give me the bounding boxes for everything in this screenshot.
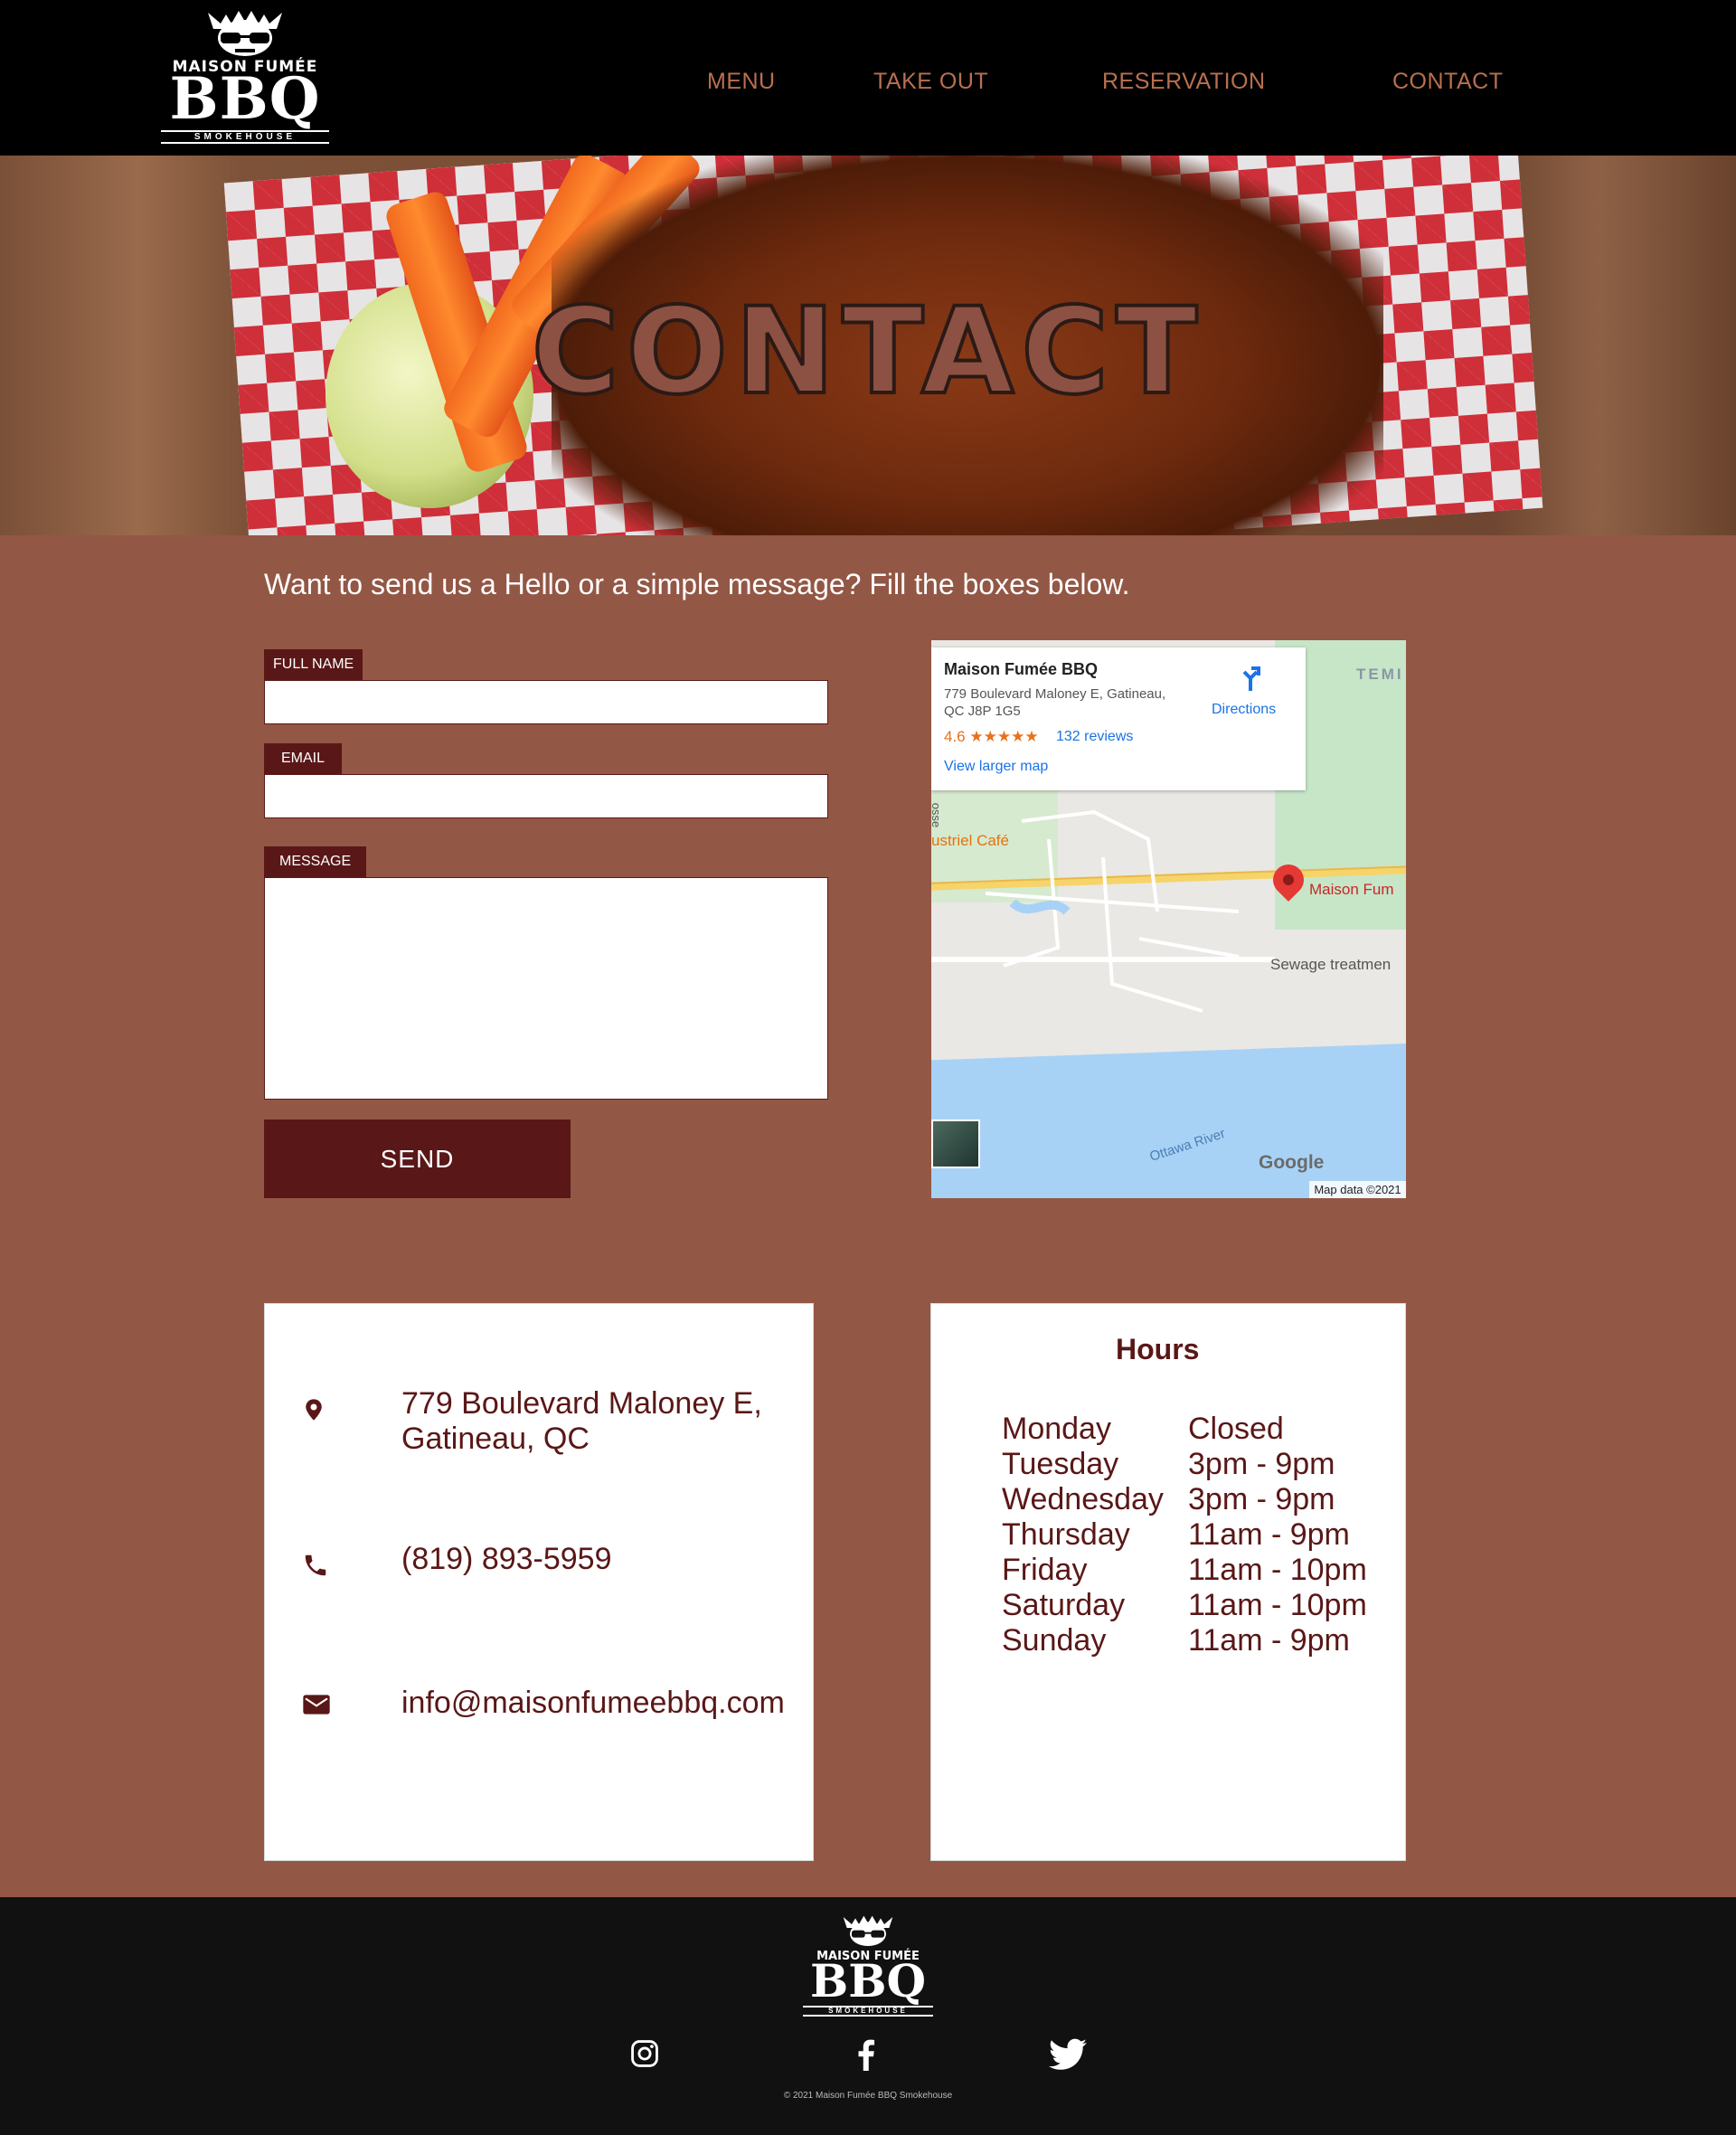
skull-sunglasses-logo-icon [843,1915,893,1946]
hours-day: Saturday [1002,1588,1126,1622]
map-place-rating: 4.6 ★★★★★ [944,728,1039,745]
facebook-icon[interactable] [854,2038,877,2071]
message-textarea[interactable] [264,877,828,1100]
hours-day: Sunday [1002,1623,1107,1658]
hero-banner: CONTACT [0,156,1736,535]
directions-icon[interactable] [1237,666,1264,693]
copyright-text: © 2021 Maison Fumée BBQ Smokehouse [783,2091,953,2101]
hours-time: Closed [1188,1412,1284,1446]
map-reviews-link[interactable]: 132 reviews [1056,729,1133,745]
map-label-sewage: Sewage treatmen [1270,956,1392,973]
hours-time: 11am - 10pm [1188,1588,1367,1622]
site-logo[interactable]: MAISON FUMÉE BBQ SMOKEHOUSE [159,11,331,146]
directions-link[interactable]: Directions [1212,702,1276,718]
email-input[interactable] [264,774,828,818]
map-place-card: Maison Fumée BBQ 779 Boulevard Maloney E… [931,647,1306,790]
embedded-google-map[interactable]: Maison Fum Sewage treatmen ustriel Café … [931,640,1406,1198]
full-name-input[interactable] [264,680,828,724]
map-label-cafe: ustriel Café [931,832,1009,849]
message-label: MESSAGE [264,846,367,877]
instagram-icon[interactable] [629,2038,660,2069]
map-label-temp: TEMI [1356,666,1404,683]
phone-icon [305,1554,326,1576]
hours-day: Wednesday [1002,1482,1164,1516]
hours-time: 3pm - 9pm [1188,1482,1335,1516]
top-navigation-bar: MAISON FUMÉE BBQ SMOKEHOUSE MENU TAKE OU… [0,0,1736,156]
nav-link-take-out[interactable]: TAKE OUT [873,69,988,95]
address-line-1: 779 Boulevard Maloney E, [401,1386,762,1421]
logo-text-bbq: BBQ [169,65,321,133]
hours-time: 11am - 9pm [1188,1623,1350,1658]
nav-link-contact[interactable]: CONTACT [1392,69,1503,95]
skull-sunglasses-logo-icon [208,11,282,56]
email-address[interactable]: info@maisonfumeebbq.com [401,1685,785,1721]
map-marker-label: Maison Fum [1309,881,1394,898]
map-attribution[interactable]: Map data ©2021 [1309,1181,1406,1198]
map-satellite-toggle[interactable] [931,1119,980,1168]
footer-logo-text-smokehouse: SMOKEHOUSE [803,2006,933,2017]
hero-title: CONTACT [530,280,1205,423]
nav-link-menu[interactable]: MENU [707,69,776,95]
phone-number[interactable]: (819) 893-5959 [401,1541,612,1577]
hours-day: Monday [1002,1412,1111,1446]
email-label: EMAIL [264,743,343,774]
nav-link-reservation[interactable]: RESERVATION [1102,69,1266,95]
hours-time: 3pm - 9pm [1188,1447,1335,1481]
footer-logo-text-bbq: BBQ [809,1954,927,2007]
hours-day: Friday [1002,1553,1088,1587]
map-river-area [931,1042,1406,1198]
hours-time: 11am - 9pm [1188,1517,1350,1552]
map-label-street: osse [931,802,944,828]
hours-title: Hours [1116,1333,1200,1365]
location-pin-icon [306,1399,322,1421]
send-button[interactable]: SEND [264,1119,571,1198]
intro-text: Want to send us a Hello or a simple mess… [264,568,1130,600]
hours-day: Thursday [1002,1517,1130,1552]
full-name-label: FULL NAME [264,649,363,680]
map-streets [985,809,1240,1013]
map-place-name: Maison Fumée BBQ [944,660,1099,678]
hours-time: 11am - 10pm [1188,1553,1367,1587]
view-larger-map-link[interactable]: View larger map [944,759,1048,775]
map-place-address: 779 Boulevard Maloney E, Gatineau, QC J8… [944,686,1166,719]
address-line-2: Gatineau, QC [401,1422,590,1456]
twitter-icon[interactable] [1049,2038,1087,2071]
email-icon [303,1695,330,1715]
hours-day: Tuesday [1002,1447,1119,1481]
logo-text-smokehouse: SMOKEHOUSE [161,130,329,144]
footer-logo[interactable]: MAISON FUMÉE BBQ SMOKEHOUSE [801,1913,935,2018]
google-logo: Google [1259,1152,1325,1173]
